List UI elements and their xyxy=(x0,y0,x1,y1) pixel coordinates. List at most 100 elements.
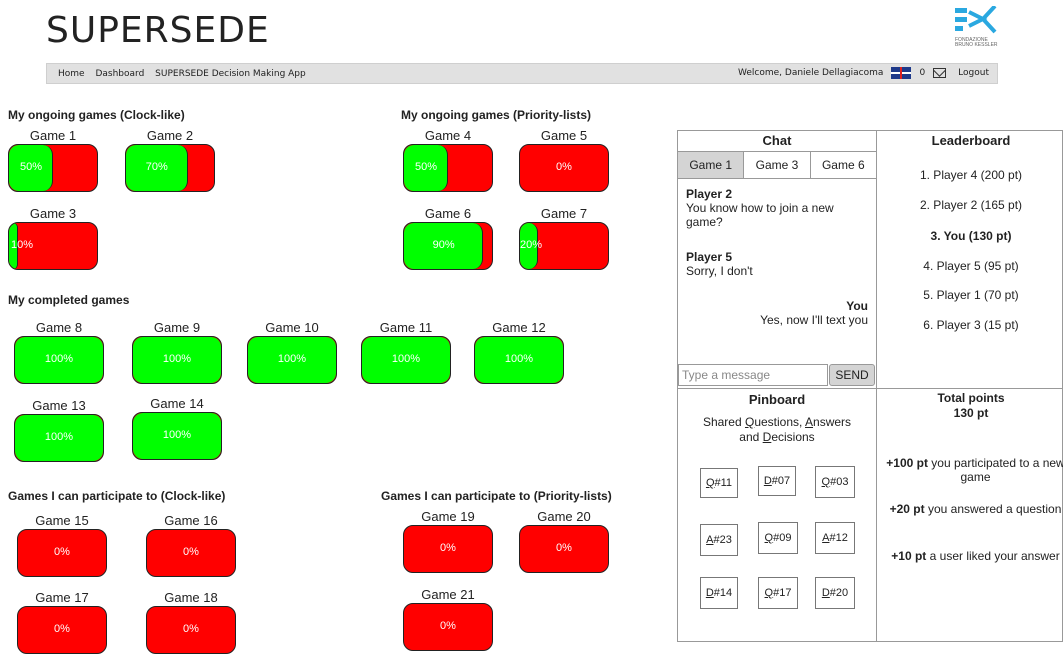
chat-tab-game-6[interactable]: Game 6 xyxy=(811,152,876,178)
total-points-value: 130 pt xyxy=(953,406,989,420)
game-progress-bar[interactable]: 100% xyxy=(14,336,104,384)
game-label: Game 6 xyxy=(424,206,472,221)
game-label: Game 7 xyxy=(540,206,588,221)
game-label: Game 11 xyxy=(379,320,433,335)
chat-tab-game-3[interactable]: Game 3 xyxy=(744,152,811,178)
game-progress-bar[interactable]: 10% xyxy=(8,222,98,270)
chat-message: You Yes, now I'll text you xyxy=(686,299,868,327)
pin-card[interactable]: Q#17 xyxy=(758,577,798,609)
chat-tab-game-1[interactable]: Game 1 xyxy=(678,152,745,178)
game-progress-bar[interactable]: 0% xyxy=(403,525,493,573)
pin-card[interactable]: Q#03 xyxy=(815,466,855,498)
game-progress-bar[interactable]: 0% xyxy=(519,144,609,192)
game-progress-percent: 0% xyxy=(556,161,572,173)
game-label: Game 9 xyxy=(153,320,201,335)
game-progress-percent: 0% xyxy=(183,623,199,635)
game-progress-percent: 50% xyxy=(414,161,438,173)
pin-card[interactable]: Q#09 xyxy=(758,522,798,554)
game-card[interactable]: Game 10 100% xyxy=(247,320,337,384)
game-card[interactable]: Game 20 0% xyxy=(519,509,609,573)
fbk-logo: FONDAZIONE BRUNO KESSLER xyxy=(955,4,1015,50)
game-progress-bar[interactable]: 20% xyxy=(519,222,609,270)
game-label: Game 5 xyxy=(540,128,588,143)
chat-message-input[interactable]: Type a message xyxy=(678,364,828,386)
uk-flag-icon[interactable] xyxy=(891,67,912,79)
game-progress-bar[interactable]: 100% xyxy=(132,336,222,384)
game-card[interactable]: Game 150% xyxy=(17,513,107,577)
game-progress-bar[interactable]: 100% xyxy=(14,414,104,462)
pin-card[interactable]: A#23 xyxy=(700,524,738,556)
message-count: 0 xyxy=(919,68,926,78)
game-card[interactable]: Game 2 70% xyxy=(125,128,215,192)
game-progress-bar[interactable]: 50% xyxy=(8,144,98,192)
nav-app-link[interactable]: SUPERSEDE Decision Making App xyxy=(155,69,306,79)
game-progress-bar[interactable]: 0% xyxy=(17,606,107,654)
pin-card[interactable]: D#07 xyxy=(758,466,796,496)
game-card[interactable]: Game 21 0% xyxy=(403,587,493,651)
game-progress-bar[interactable]: 100% xyxy=(361,336,451,384)
game-card[interactable]: Game 3 10% xyxy=(8,206,98,270)
logout-link[interactable]: Logout xyxy=(958,68,989,78)
game-progress-percent: 100% xyxy=(277,353,307,365)
game-progress-bar[interactable]: 100% xyxy=(474,336,564,384)
game-card[interactable]: Game 16 0% xyxy=(146,513,236,577)
game-card[interactable]: Game 13 100% xyxy=(14,398,104,462)
mail-icon[interactable] xyxy=(933,68,947,78)
game-progress-bar[interactable]: 0% xyxy=(146,606,236,654)
game-label: Game 3 xyxy=(29,206,77,221)
side-panel: Chat Game 1 Game 3 Game 6 Player 2 You k… xyxy=(677,130,1063,642)
game-progress-bar[interactable]: 0% xyxy=(403,603,493,651)
game-label: Game 17 xyxy=(35,590,89,605)
section-title-completed: My completed games xyxy=(8,293,130,307)
chat-send-button[interactable]: SEND xyxy=(829,364,875,386)
navbar: Home Dashboard SUPERSEDE Decision Making… xyxy=(46,63,998,84)
game-card[interactable]: Game 6 90% xyxy=(403,206,493,270)
chat-message-author: Player 2 xyxy=(686,187,733,201)
game-card[interactable]: Game 4 50% xyxy=(403,128,493,192)
nav-home-link[interactable]: Home xyxy=(58,69,85,79)
game-card[interactable]: Game 12 100% xyxy=(474,320,564,384)
welcome-text: Welcome, Daniele Dellagiacoma xyxy=(738,68,884,78)
game-progress-percent: 100% xyxy=(504,353,534,365)
game-card[interactable]: Game 150% xyxy=(8,128,98,192)
game-card[interactable]: Game 14 100% xyxy=(132,396,222,460)
game-progress-bar[interactable]: 70% xyxy=(125,144,215,192)
game-progress-bar[interactable]: 100% xyxy=(132,412,222,460)
game-progress-bar[interactable]: 0% xyxy=(146,529,236,577)
game-progress-percent: 70% xyxy=(145,161,168,173)
pin-card[interactable]: D#20 xyxy=(815,577,855,609)
game-progress-bar[interactable]: 0% xyxy=(17,529,107,577)
game-card[interactable]: Game 19 0% xyxy=(403,509,493,573)
chat-message: Player 5 Sorry, I don't xyxy=(686,250,868,278)
pin-card[interactable]: D#14 xyxy=(700,577,738,609)
game-progress-bar[interactable]: 0% xyxy=(519,525,609,573)
game-card[interactable]: Game 8 100% xyxy=(14,320,104,384)
leaderboard-entry: 5. Player 1 (70 pt) xyxy=(923,288,1019,302)
game-card[interactable]: Game 17 0% xyxy=(17,590,107,654)
pin-card[interactable]: Q#11 xyxy=(700,468,738,498)
points-rule: +10 pt a user liked your answer xyxy=(891,549,1060,563)
game-label: Game 20 xyxy=(537,509,591,524)
game-card[interactable]: Game 18 0% xyxy=(146,590,236,654)
game-progress-bar[interactable]: 50% xyxy=(403,144,493,192)
game-progress-bar[interactable]: 90% xyxy=(403,222,493,270)
nav-dashboard-link[interactable]: Dashboard xyxy=(95,69,144,79)
section-title-participate-priority: Games I can participate to (Priority-lis… xyxy=(381,489,612,503)
game-label: Game 21 xyxy=(421,587,475,602)
panel-divider-vertical xyxy=(876,131,877,641)
game-card[interactable]: Game 7 20% xyxy=(519,206,609,270)
pin-card[interactable]: A#12 xyxy=(815,522,855,554)
section-title-ongoing-clock: My ongoing games (Clock-like) xyxy=(8,108,185,122)
game-progress-percent: 0% xyxy=(556,542,572,554)
pinboard-title: Pinboard xyxy=(748,392,806,407)
game-progress-percent: 100% xyxy=(162,429,192,441)
game-progress-bar[interactable]: 100% xyxy=(247,336,337,384)
section-title-participate-clock: Games I can participate to (Clock-like) xyxy=(8,489,226,503)
game-label: Game 10 xyxy=(265,320,319,335)
chat-message-author: Player 5 xyxy=(686,250,733,264)
leaderboard-entry: 3. You (130 pt) xyxy=(930,229,1012,243)
game-card[interactable]: Game 9 100% xyxy=(132,320,222,384)
game-progress-percent: 0% xyxy=(54,546,70,558)
game-card[interactable]: Game 11 100% xyxy=(361,320,451,384)
game-card[interactable]: Game 5 0% xyxy=(519,128,609,192)
